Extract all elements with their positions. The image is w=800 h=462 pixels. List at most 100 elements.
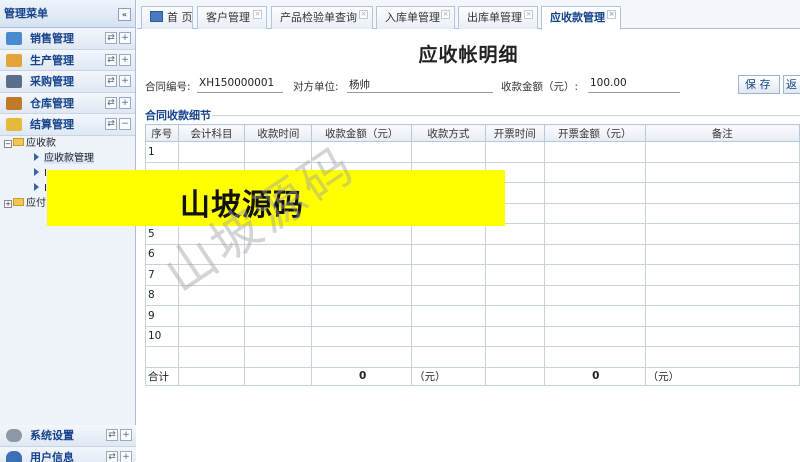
cell[interactable] [411,305,486,327]
menu-expand-button[interactable]: + [119,53,131,66]
table-row[interactable]: 1 [145,141,800,163]
cell[interactable] [311,243,413,265]
menu-swap-button[interactable]: ⇄ [106,429,118,441]
cell[interactable] [177,305,246,327]
collapse-sidebar-button[interactable]: « [118,8,131,21]
cell[interactable] [644,141,800,163]
menu-settlement[interactable]: 结算管理 ⇄ − [0,114,135,136]
cell[interactable] [644,202,800,224]
cell[interactable] [177,141,246,163]
cell[interactable] [543,161,646,183]
cell[interactable] [543,202,646,224]
cell[interactable] [644,264,800,286]
tab-close-button[interactable]: × [359,10,368,19]
cell[interactable] [484,305,545,327]
cell[interactable] [543,284,646,306]
table-row[interactable]: 10 [145,325,800,347]
menu-collapse-button[interactable]: − [119,118,131,130]
menu-expand-button[interactable]: + [119,32,131,44]
menu-swap-button[interactable]: ⇄ [105,118,117,130]
menu-sales[interactable]: 销售管理 ⇄ + [0,28,135,50]
cell[interactable] [311,325,413,347]
cell[interactable] [543,141,646,163]
cell[interactable] [244,284,313,306]
cell[interactable] [244,325,313,347]
cell[interactable] [244,346,313,368]
table-row[interactable]: 8 [145,284,800,306]
cell[interactable] [543,264,646,286]
cell[interactable] [644,182,800,204]
cell[interactable] [177,325,246,347]
cell[interactable] [644,346,800,368]
cell[interactable] [644,243,800,265]
cell[interactable] [543,182,646,204]
cell[interactable] [543,305,646,327]
cell[interactable] [484,346,545,368]
cell[interactable] [244,305,313,327]
cell[interactable] [543,243,646,265]
menu-swap-button[interactable]: ⇄ [105,32,117,44]
tree-expand-toggle[interactable]: + [4,199,12,208]
tab-close-button[interactable]: × [441,10,450,19]
menu-expand-button[interactable]: + [119,96,131,109]
cell[interactable] [484,284,545,306]
cell[interactable] [311,305,413,327]
cell[interactable] [411,346,486,368]
menu-expand-button[interactable]: + [120,429,132,441]
tab-inbound[interactable]: 入库单管理 × [376,6,455,29]
cell[interactable] [411,243,486,265]
back-button[interactable]: 返 [783,75,800,94]
menu-swap-button[interactable]: ⇄ [106,450,118,462]
table-row[interactable]: 9 [145,305,800,327]
cell[interactable] [411,325,486,347]
cell[interactable] [311,264,413,286]
tab-close-button[interactable]: × [253,10,262,19]
menu-system-settings[interactable]: 系统设置 ⇄ + [0,425,136,447]
cell[interactable] [644,325,800,347]
cell[interactable] [177,346,246,368]
cell[interactable] [311,346,413,368]
cell[interactable] [484,243,545,265]
tree-node-receivable[interactable]: − 应收款 [0,137,135,150]
cell[interactable] [543,325,646,347]
cell[interactable] [644,284,800,306]
menu-swap-button[interactable]: ⇄ [105,75,117,87]
menu-expand-button[interactable]: + [119,75,131,87]
cell[interactable] [644,223,800,245]
menu-user-info[interactable]: 用户信息 ⇄ + [0,446,136,462]
save-button[interactable]: 保 存 [738,75,780,94]
menu-expand-button[interactable]: + [120,450,132,462]
contract-number-field[interactable]: XH150000001 [197,77,283,93]
cell[interactable] [411,141,486,163]
tab-outbound[interactable]: 出库单管理 × [458,6,538,29]
cell[interactable] [543,223,646,245]
tab-customer[interactable]: 客户管理 × [197,6,267,29]
cell[interactable] [411,223,486,245]
tab-home[interactable]: 首 页 [141,6,193,29]
tab-product-inspection[interactable]: 产品检验单查询 × [271,6,373,29]
table-row[interactable] [145,346,800,368]
cell[interactable] [644,305,800,327]
menu-swap-button[interactable]: ⇄ [105,53,117,66]
tree-collapse-toggle[interactable]: − [4,139,12,148]
menu-warehouse[interactable]: 仓库管理 ⇄ + [0,92,135,114]
cell[interactable] [484,325,545,347]
counterparty-field[interactable]: 杨帅 [347,77,493,93]
cell[interactable] [411,284,486,306]
cell[interactable] [244,264,313,286]
tree-node-receivable-mgmt[interactable]: 应收款管理 [0,152,135,165]
tab-receivable[interactable]: 应收款管理 × [541,6,621,30]
amount-field[interactable]: 100.00 [588,77,680,93]
cell[interactable] [484,264,545,286]
cell[interactable] [484,141,545,163]
cell[interactable] [484,223,545,245]
menu-purchase[interactable]: 采购管理 ⇄ + [0,71,135,93]
cell[interactable] [543,346,646,368]
cell[interactable] [644,161,800,183]
cell[interactable] [411,264,486,286]
tab-close-button[interactable]: × [524,10,533,19]
cell[interactable] [311,223,413,245]
cell[interactable] [311,284,413,306]
menu-production[interactable]: 生产管理 ⇄ + [0,49,135,71]
tab-close-button[interactable]: × [607,10,616,19]
